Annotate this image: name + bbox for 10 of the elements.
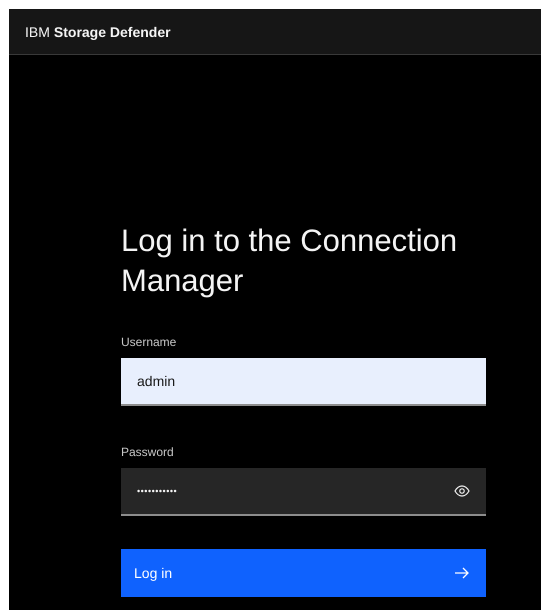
username-field[interactable]: admin <box>121 358 486 406</box>
eye-icon[interactable] <box>454 485 470 497</box>
field-label: Password <box>121 445 175 459</box>
product-name: Storage Defender <box>54 24 171 40</box>
field-label: Username <box>121 335 178 349</box>
arrow-icon <box>454 567 470 579</box>
page-title: Log in to the Connection Manager <box>121 222 458 300</box>
login-button[interactable]: Log in <box>121 549 486 597</box>
password-field[interactable]: ••••••••••• <box>121 468 486 516</box>
brand-name: IBM <box>25 24 50 40</box>
